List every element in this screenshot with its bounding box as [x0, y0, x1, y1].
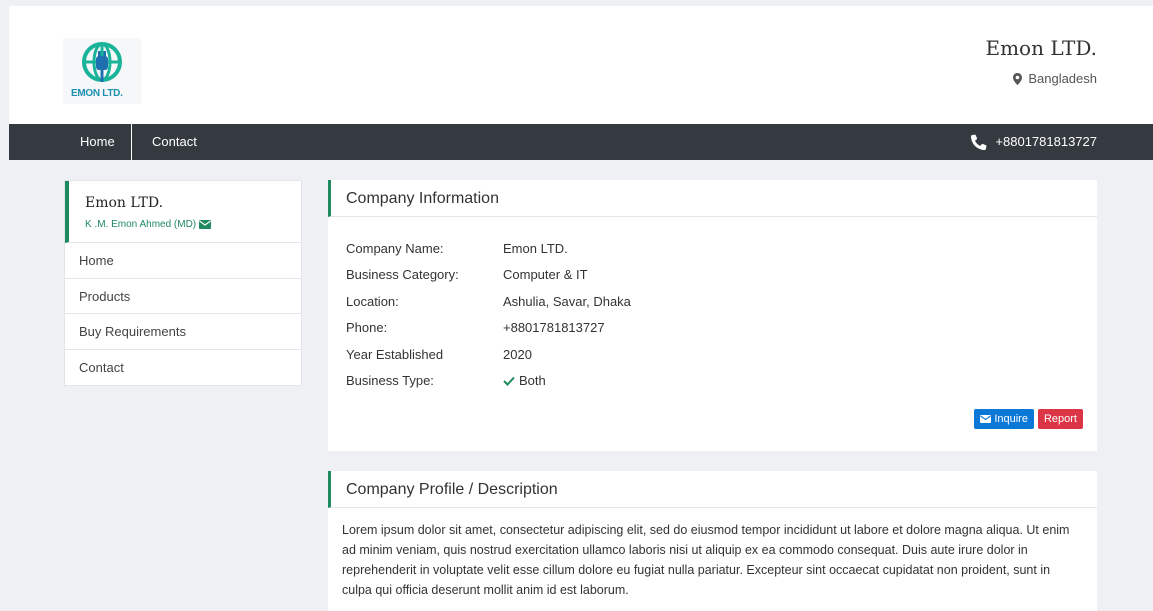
- company-info-list: Company Name: Emon LTD. Business Categor…: [328, 217, 1097, 394]
- action-buttons: Inquire Report: [974, 409, 1083, 429]
- company-profile-heading: Company Profile / Description: [328, 471, 1097, 508]
- info-value: Emon LTD.: [503, 240, 568, 256]
- info-row: Business Type: Both: [346, 368, 1097, 395]
- envelope-icon: [980, 415, 992, 423]
- info-key: Business Type:: [346, 373, 434, 389]
- sidebar-subtitle: K .M. Emon Ahmed (MD): [85, 219, 285, 230]
- info-row: Year Established 2020: [346, 341, 1097, 368]
- owner-name: K .M. Emon Ahmed (MD): [85, 219, 197, 230]
- company-description: Lorem ipsum dolor sit amet, consectetur …: [342, 523, 1070, 597]
- logo-text: EMON LTD.: [71, 88, 123, 99]
- sidebar-item-products[interactable]: Products: [65, 279, 301, 314]
- business-type-text: Both: [519, 373, 546, 389]
- sidebar-header: Emon LTD. K .M. Emon Ahmed (MD): [65, 181, 301, 243]
- report-button[interactable]: Report: [1037, 409, 1083, 429]
- company-logo[interactable]: EMON LTD.: [63, 38, 141, 104]
- country-text: Bangladesh: [1028, 71, 1097, 86]
- info-value-business-type: Both: [503, 373, 546, 388]
- info-value: +8801781813727: [503, 320, 605, 336]
- phone-number: +8801781813727: [995, 134, 1097, 149]
- company-profile-panel: Company Profile / Description Lorem ipsu…: [328, 471, 1097, 611]
- map-marker-icon: [1013, 72, 1023, 85]
- info-value: 2020: [503, 346, 532, 362]
- info-value: Computer & IT: [503, 267, 588, 283]
- info-value: Ashulia, Savar, Dhaka: [503, 293, 631, 309]
- sidebar-item-contact[interactable]: Contact: [65, 350, 301, 386]
- phone-icon: [971, 134, 987, 150]
- inquire-label: Inquire: [994, 413, 1028, 425]
- info-row: Phone: +8801781813727: [346, 315, 1097, 342]
- info-key: Business Category:: [346, 267, 459, 283]
- check-icon: [503, 376, 515, 386]
- site-header: EMON LTD. Emon LTD. Bangladesh: [9, 6, 1153, 124]
- info-row: Business Category: Computer & IT: [346, 262, 1097, 289]
- info-key: Year Established: [346, 346, 444, 362]
- sidebar-item-buy-requirements[interactable]: Buy Requirements: [65, 314, 301, 350]
- info-key: Location:: [346, 293, 399, 309]
- main-navbar: Home Contact +8801781813727: [9, 124, 1153, 160]
- company-info-heading: Company Information: [328, 180, 1097, 217]
- inquire-button[interactable]: Inquire: [974, 409, 1034, 429]
- sidebar: Emon LTD. K .M. Emon Ahmed (MD) Home Pro…: [64, 180, 302, 386]
- sidebar-title: Emon LTD.: [85, 195, 164, 211]
- nav-phone[interactable]: +8801781813727: [971, 124, 1097, 160]
- brand-name: Emon LTD.: [985, 36, 1097, 60]
- nav-home[interactable]: Home: [64, 124, 132, 160]
- nav-contact[interactable]: Contact: [136, 124, 213, 160]
- sidebar-item-home[interactable]: Home: [65, 243, 301, 279]
- globe-plug-icon: [82, 42, 122, 82]
- info-key: Company Name:: [346, 240, 444, 256]
- company-info-panel: Company Information Company Name: Emon L…: [328, 180, 1097, 451]
- info-row: Location: Ashulia, Savar, Dhaka: [346, 288, 1097, 315]
- location-line: Bangladesh: [1013, 71, 1097, 86]
- info-key: Phone:: [346, 320, 388, 336]
- envelope-icon[interactable]: [199, 220, 212, 229]
- info-row: Company Name: Emon LTD.: [346, 235, 1097, 262]
